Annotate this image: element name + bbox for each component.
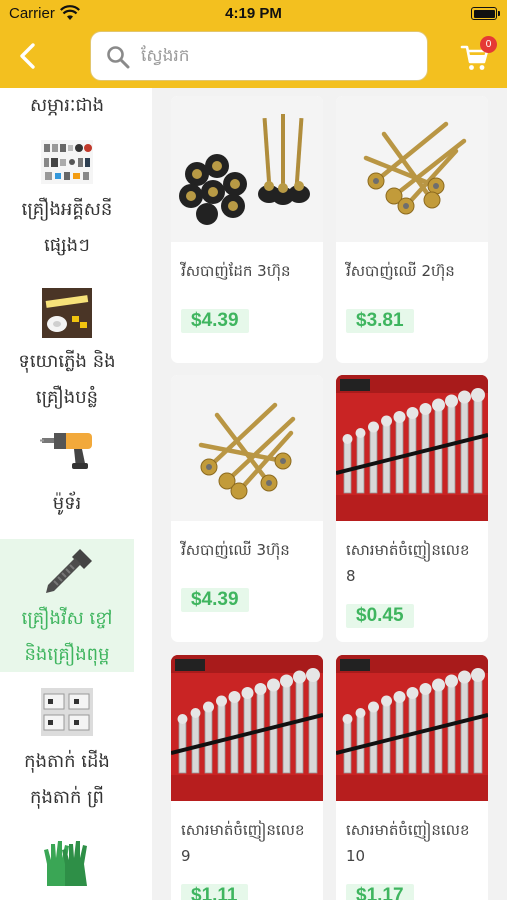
top-bar: Carrier 4:19 PM ស្វែងរក 0	[0, 0, 507, 88]
product-price: $1.17	[346, 884, 414, 900]
sidebar-item-label: ម៉ូទ័រ	[52, 493, 82, 514]
search-icon	[106, 45, 130, 73]
conduit-pipe-icon	[42, 288, 92, 338]
sidebar-item-gloves[interactable]	[0, 836, 134, 900]
product-image	[336, 96, 488, 242]
sidebar-item-building-materials[interactable]: សម្ភារៈជាង	[0, 88, 134, 124]
sidebar-item-switches[interactable]: កុងតាក់ ដើង កុងតាក់ ព្រី	[0, 688, 134, 818]
product-name-line: សោរមាត់ចំញៀនលេខ	[346, 821, 470, 839]
sidebar-item-label: កុងតាក់ ព្រី	[30, 787, 104, 808]
switch-socket-icon	[41, 688, 93, 736]
product-price: $1.11	[181, 884, 248, 900]
clock: 4:19 PM	[225, 5, 282, 22]
product-name-line: 10	[346, 847, 366, 865]
sidebar-item-conduit-pipe[interactable]: ទុយោភ្លើង និង គ្រឿងបន្លំ	[0, 288, 134, 418]
product-name: សោរមាត់ចំញៀនលេខ 9	[181, 817, 317, 869]
sidebar-item-label: សម្ភារៈជាង	[29, 95, 105, 116]
screw-bolt-icon	[46, 549, 92, 593]
product-name: វីសបាញ់ឈើ 2ហ៊ុន	[346, 262, 455, 280]
product-image	[336, 655, 488, 801]
search-input[interactable]: ស្វែងរក	[90, 31, 428, 81]
product-image	[171, 96, 323, 242]
product-name: វីសបាញ់ឈើ 3ហ៊ុន	[181, 541, 290, 559]
product-name: សោរមាត់ចំញៀនលេខ 10	[346, 817, 482, 869]
product-name: វីសបាញ់ដែក 3ហ៊ុន	[181, 262, 291, 280]
sidebar-item-electrical-parts[interactable]: គ្រឿងអគ្គីសនី ផ្សេងៗ	[0, 140, 134, 270]
electrical-parts-icon	[41, 140, 93, 184]
product-image	[171, 375, 323, 521]
sidebar-item-label: ផ្សេងៗ	[44, 235, 90, 256]
sidebar-item-label: គ្រឿងបន្លំ	[35, 387, 99, 408]
product-card[interactable]: វីសបាញ់ដែក 3ហ៊ុន $4.39	[171, 96, 323, 363]
back-button[interactable]	[10, 38, 46, 74]
status-bar: Carrier 4:19 PM	[0, 0, 507, 28]
product-card[interactable]: សោរមាត់ចំញៀនលេខ 9 $1.11	[171, 655, 323, 900]
chevron-left-icon	[20, 43, 35, 69]
sidebar-item-motor[interactable]: ម៉ូទ័រ	[0, 430, 134, 530]
product-name: សោរមាត់ចំញៀនលេខ 8	[346, 537, 482, 589]
product-price: $0.45	[346, 604, 414, 628]
work-gloves-icon	[44, 841, 87, 886]
product-card[interactable]: វីសបាញ់ឈើ 3ហ៊ុន $4.39	[171, 375, 323, 642]
cart-button[interactable]: 0	[458, 36, 502, 76]
product-name-line: 9	[181, 847, 191, 865]
product-name-line: សោរមាត់ចំញៀនលេខ	[181, 821, 305, 839]
product-card[interactable]: សោរមាត់ចំញៀនលេខ 8 $0.45	[336, 375, 488, 642]
sidebar-item-label: ទុយោភ្លើង និង	[18, 351, 116, 372]
product-image	[171, 655, 323, 801]
product-name-line: 8	[346, 567, 356, 585]
search-placeholder: ស្វែងរក	[141, 46, 190, 66]
product-card[interactable]: សោរមាត់ចំញៀនលេខ 10 $1.17	[336, 655, 488, 900]
category-sidebar: សម្ភារៈជាង គ្រឿងអគ្គីសនី ផ្សេងៗ ទុយោភ្លើ…	[0, 88, 152, 900]
battery-icon	[471, 7, 500, 20]
drill-motor-icon	[40, 433, 92, 469]
sidebar-item-label: គ្រឿងអគ្គីសនី	[21, 199, 113, 220]
product-card[interactable]: វីសបាញ់ឈើ 2ហ៊ុន $3.81	[336, 96, 488, 363]
sidebar-item-screws-bolts[interactable]: គ្រឿងវីស ខ្ចៅ និងគ្រឿងពុម្ព	[0, 539, 134, 672]
product-price: $3.81	[346, 309, 414, 333]
cart-count-badge: 0	[480, 36, 497, 53]
product-price: $4.39	[181, 309, 249, 333]
product-image	[336, 375, 488, 521]
sidebar-item-label: គ្រឿងវីស ខ្ចៅ	[21, 608, 113, 629]
product-price: $4.39	[181, 588, 249, 612]
sidebar-item-label: កុងតាក់ ដើង	[24, 751, 110, 772]
product-name-line: សោរមាត់ចំញៀនលេខ	[346, 541, 470, 559]
sidebar-item-label: និងគ្រឿងពុម្ព	[24, 644, 110, 665]
